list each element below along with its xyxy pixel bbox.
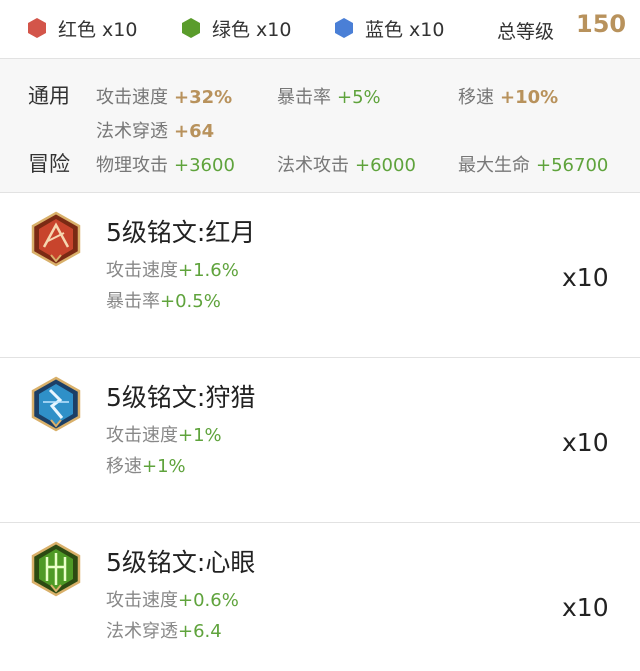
rune-title: 5级铭文:红月 — [106, 218, 256, 247]
general-section-label: 通用 — [28, 84, 70, 108]
blue-slot-label: 蓝色 x10 — [365, 18, 445, 41]
blue-hexagon-icon — [335, 18, 353, 38]
rune-stat-line: 法术穿透+6.4 — [106, 621, 222, 642]
rune-stat-line: 攻击速度+1.6% — [106, 260, 239, 281]
red-moon-rune-icon — [31, 211, 81, 267]
red-slot-count: 红色 x10 — [26, 14, 137, 42]
adventure-stat-magic-attack: 法术攻击 +6000 — [277, 155, 416, 176]
blue-slot-count: 蓝色 x10 — [333, 14, 444, 42]
green-slot-count: 绿色 x10 — [180, 14, 291, 42]
general-stat-crit-rate: 暴击率 +5% — [277, 87, 381, 108]
stats-panel: 通用 攻击速度 +32% 暴击率 +5% 移速 +10% 法术穿透 +64 冒险 物理攻… — [0, 59, 640, 192]
rune-summary-bar: 红色 x10 绿色 x10 蓝色 x10 总等级 150 — [0, 0, 640, 58]
rune-stat-line: 暴击率+0.5% — [106, 291, 221, 312]
rune-title: 5级铭文:狩猎 — [106, 383, 256, 412]
total-level-label: 总等级 — [497, 21, 555, 43]
rune-card-mind-eye[interactable]: 5级铭文:心眼 攻击速度+0.6% 法术穿透+6.4 x10 — [0, 523, 640, 671]
green-slot-label: 绿色 x10 — [212, 18, 292, 41]
rune-stat-line: 攻击速度+0.6% — [106, 590, 239, 611]
total-level-value: 150 — [576, 10, 627, 38]
red-slot-label: 红色 x10 — [58, 18, 138, 41]
mind-eye-rune-icon — [31, 541, 81, 597]
rune-count: x10 — [562, 263, 609, 292]
green-hexagon-icon — [182, 18, 200, 38]
adventure-stat-physical-attack: 物理攻击 +3600 — [96, 155, 235, 176]
rune-title: 5级铭文:心眼 — [106, 548, 256, 577]
rune-stat-line: 移速+1% — [106, 456, 186, 477]
adventure-stat-max-hp: 最大生命 +56700 — [458, 155, 609, 176]
adventure-section-label: 冒险 — [28, 152, 70, 176]
rune-count: x10 — [562, 593, 609, 622]
general-stat-move-speed: 移速 +10% — [458, 87, 559, 108]
rune-card-red-moon[interactable]: 5级铭文:红月 攻击速度+1.6% 暴击率+0.5% x10 — [0, 193, 640, 358]
rune-card-hunt[interactable]: 5级铭文:狩猎 攻击速度+1% 移速+1% x10 — [0, 358, 640, 523]
rune-count: x10 — [562, 428, 609, 457]
hunt-rune-icon — [31, 376, 81, 432]
general-stat-magic-pen: 法术穿透 +64 — [96, 121, 215, 142]
rune-stat-line: 攻击速度+1% — [106, 425, 222, 446]
red-hexagon-icon — [28, 18, 46, 38]
general-stat-attack-speed: 攻击速度 +32% — [96, 87, 233, 108]
